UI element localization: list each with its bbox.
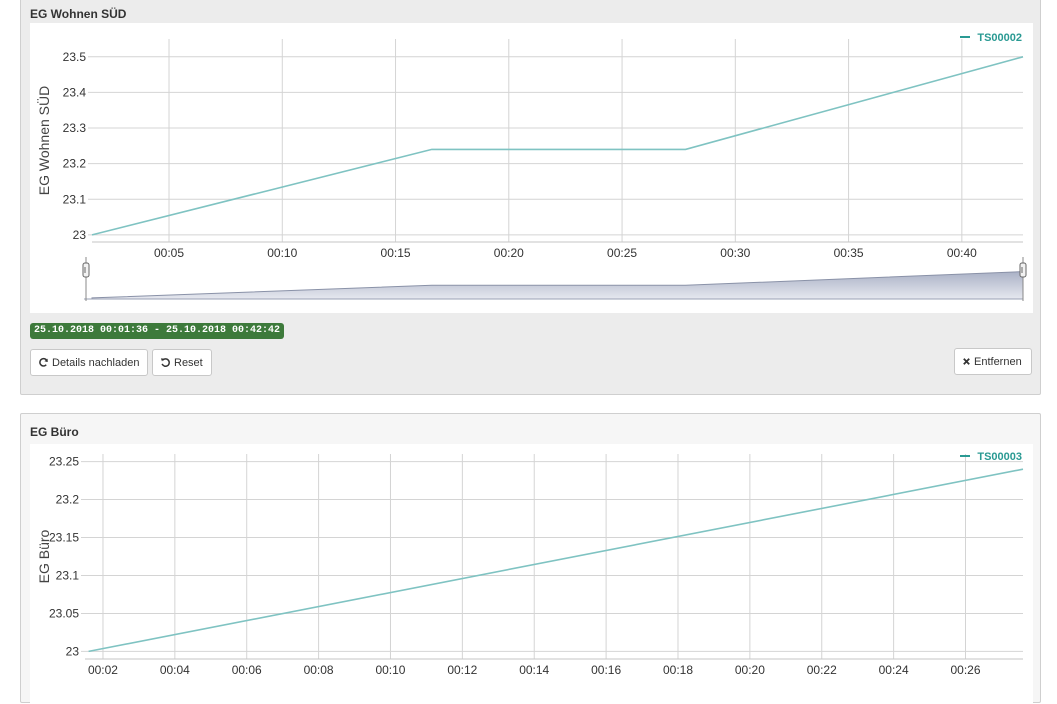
x-tick-label: 00:12 xyxy=(447,663,477,677)
x-tick-label: 00:02 xyxy=(88,663,118,677)
x-tick-label: 00:30 xyxy=(720,246,750,260)
undo-icon xyxy=(160,358,170,367)
legend-item-ts00002[interactable]: TS00002 xyxy=(977,32,1022,44)
chart-container: 23 23.1 23.2 23.3 23.4 23.5 00:05 00:10 00:15 00:… xyxy=(30,23,1033,313)
chart-container: 23 23.05 23.1 23.15 23.2 23.25 00:02 00:04 00:06… xyxy=(30,444,1033,704)
date-range-badge: 25.10.2018 00:01:36 - 25.10.2018 00:42:4… xyxy=(30,323,285,339)
x-tick-label: 00:10 xyxy=(375,663,405,677)
x-tick-label: 00:14 xyxy=(519,663,549,677)
y-tick-label: 23.1 xyxy=(63,192,87,206)
x-tick-label: 00:26 xyxy=(950,663,980,677)
x-tick-label: 00:35 xyxy=(834,246,864,260)
legend-item-ts00003[interactable]: TS00003 xyxy=(977,451,1022,463)
reset-label: Reset xyxy=(174,356,203,369)
x-tick-label: 00:06 xyxy=(232,663,262,677)
x-tick-label: 00:15 xyxy=(381,246,411,260)
x-tick-label: 00:24 xyxy=(879,663,909,677)
x-tick-label: 00:08 xyxy=(304,663,334,677)
y-tick-label: 23.5 xyxy=(63,50,87,64)
series-line-ts00003[interactable] xyxy=(88,468,1024,653)
refresh-icon xyxy=(39,357,48,367)
y-tick-label: 23.1 xyxy=(56,568,80,582)
y-tick-label: 23.2 xyxy=(56,493,80,507)
line-chart-eg-buero[interactable]: 23 23.05 23.1 23.15 23.2 23.25 00:02 00:04 00:06… xyxy=(30,444,1033,704)
navigator-area[interactable] xyxy=(91,271,1024,300)
navigator-right-handle[interactable] xyxy=(1019,262,1027,278)
y-tick-label: 23 xyxy=(66,644,80,658)
x-tick-label: 00:18 xyxy=(663,663,693,677)
panel-title: EG Wohnen SÜD xyxy=(30,7,127,21)
x-tick-label: 00:16 xyxy=(591,663,621,677)
reload-details-label: Details nachladen xyxy=(52,356,140,369)
remove-label: Entfernen xyxy=(974,355,1022,368)
reload-details-button[interactable]: Details nachladen xyxy=(30,349,148,376)
y-tick-label: 23 xyxy=(73,228,87,242)
y-tick-label: 23.15 xyxy=(49,531,79,545)
y-tick-label: 23.3 xyxy=(63,121,87,135)
y-tick-label: 23.4 xyxy=(63,85,87,99)
y-tick-label: 23.2 xyxy=(63,157,87,171)
close-icon xyxy=(963,358,970,365)
chart-panel-eg-buero: EG Büro 23 23.05 23.1 23.15 23.2 23.25 00:02 00… xyxy=(20,413,1041,704)
series-line-ts00002[interactable] xyxy=(91,56,1024,236)
chart-panel-eg-wohnen-sued: EG Wohnen SÜD 23 23.1 23.2 23.3 23.4 23.5 00:0… xyxy=(20,0,1041,395)
x-tick-label: 00:25 xyxy=(607,246,637,260)
panel-title: EG Büro xyxy=(30,425,79,439)
reset-button[interactable]: Reset xyxy=(152,349,212,376)
x-tick-label: 00:04 xyxy=(160,663,190,677)
remove-button[interactable]: Entfernen xyxy=(954,348,1032,375)
x-tick-label: 00:40 xyxy=(947,246,977,260)
y-tick-label: 23.05 xyxy=(49,606,79,620)
x-tick-label: 00:22 xyxy=(807,663,837,677)
x-tick-label: 00:05 xyxy=(154,246,184,260)
navigator-left-handle[interactable] xyxy=(82,262,90,278)
y-axis-label: EG Büro xyxy=(36,529,52,583)
x-tick-label: 00:10 xyxy=(267,246,297,260)
x-tick-label: 00:20 xyxy=(494,246,524,260)
line-chart-eg-wohnen-sued[interactable]: 23 23.1 23.2 23.3 23.4 23.5 00:05 00:10 00:15 00:… xyxy=(30,23,1033,313)
x-tick-label: 00:20 xyxy=(735,663,765,677)
y-axis-label: EG Wohnen SÜD xyxy=(35,86,52,195)
y-tick-label: 23.25 xyxy=(49,455,79,469)
